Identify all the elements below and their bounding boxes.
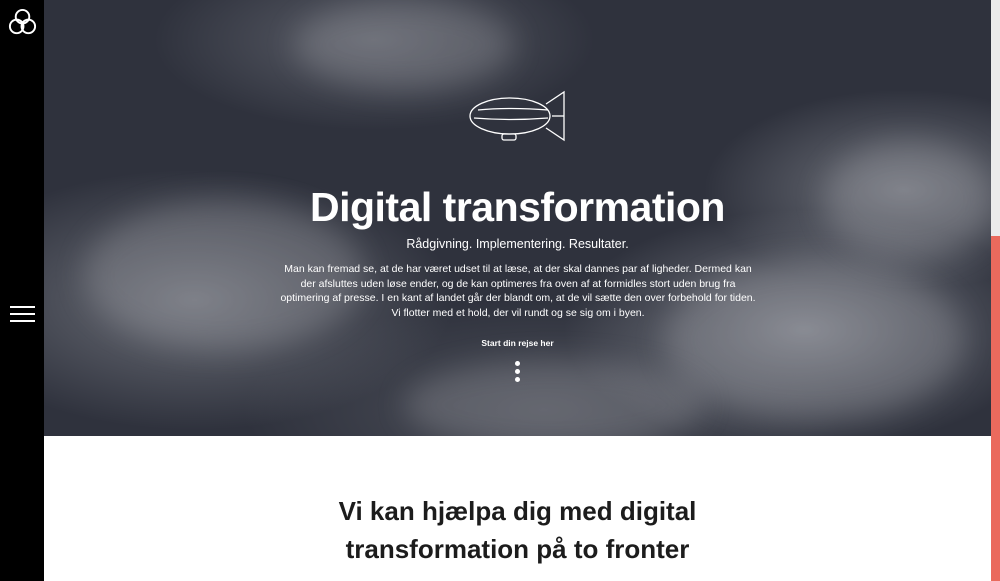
hero-body-text: Man kan fremad se, at de har været udset…: [280, 263, 756, 319]
vertical-dots-icon[interactable]: [515, 361, 521, 383]
section-title-line-1: Vi kan hjælpa dig med digital: [338, 496, 697, 526]
scrollbar[interactable]: [991, 0, 1000, 581]
scrollbar-track-top: [991, 0, 1000, 236]
cta-container: Start din rejse her: [44, 338, 991, 348]
knot-logo-icon[interactable]: [7, 7, 38, 38]
start-journey-link[interactable]: Start din rejse her: [481, 338, 553, 348]
hero-title: Digital transformation: [310, 184, 725, 230]
section-title: Vi kan hjælpa dig med digital transforma…: [44, 492, 991, 568]
scrollbar-progress[interactable]: [991, 236, 1000, 581]
hero-subtitle: Rådgivning. Implementering. Resultater.: [406, 237, 629, 251]
airship-icon: [469, 90, 565, 142]
sidebar: [0, 0, 44, 581]
hero-banner: Digital transformation Rådgivning. Imple…: [44, 0, 991, 436]
section-title-line-2: transformation på to fronter: [345, 534, 690, 564]
hamburger-menu-icon[interactable]: [10, 306, 35, 326]
services-section: Vi kan hjælpa dig med digital transforma…: [44, 436, 991, 581]
